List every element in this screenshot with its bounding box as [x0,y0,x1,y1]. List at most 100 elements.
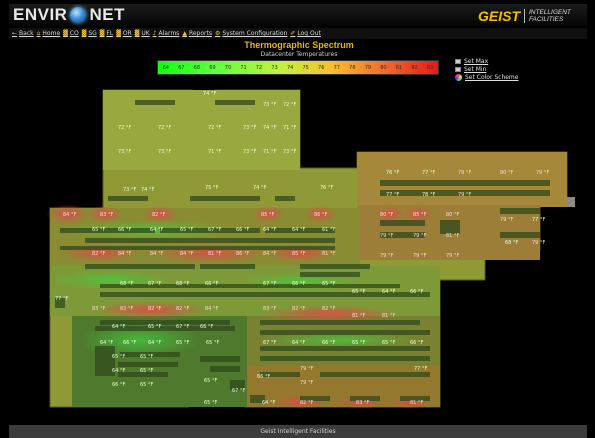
temperature-reading: 84 °F [180,251,194,257]
temperature-reading: 75 °F [205,185,219,191]
temperature-reading: 81 °F [352,313,366,319]
temperature-reading: 67 °F [208,227,222,233]
zone-right-upper [357,152,567,207]
temperature-reading: 79 °F [532,240,546,246]
temperature-reading: 65 °F [140,368,154,374]
temperature-reading: 66 °F [257,374,271,380]
temperature-reading: 65 °F [140,354,154,360]
temperature-reading: 65 °F [176,340,190,346]
temperature-reading: 77 °F [532,217,546,223]
temperature-reading: 65 °F [352,340,366,346]
temperature-reading: 72 °F [158,125,172,131]
temperature-reading: 83 °F [263,306,277,312]
temperature-reading: 66 °F [123,340,137,346]
temperature-reading: 65 °F [92,227,106,233]
temperature-reading: 73 °F [263,102,277,108]
temperature-reading: 65 °F [112,354,126,360]
rack [500,232,540,238]
rack [260,330,430,335]
temperature-reading: 73 °F [283,149,297,155]
temperature-reading: 81 °F [382,313,396,319]
temperature-reading: 76 °F [320,185,334,191]
temperature-reading: 79 °F [458,170,472,176]
temperature-reading: 66 °F [410,340,424,346]
rack [60,246,335,250]
rack [260,320,420,325]
temperature-reading: 72 °F [118,125,132,131]
temperature-reading: 77 °F [422,170,436,176]
rack [300,264,370,269]
temperature-reading: 84 °F [263,251,277,257]
rack [190,196,260,201]
rack [500,208,540,214]
temperature-reading: 82 °F [152,212,166,218]
temperature-reading: 64 °F [112,368,126,374]
temperature-reading: 67 °F [148,281,162,287]
temperature-reading: 65 °F [352,289,366,295]
temperature-reading: 81 °F [446,233,460,239]
temperature-reading: 66 °F [112,382,126,388]
temperature-reading: 77 °F [55,296,69,302]
temperature-reading: 79 °F [500,217,514,223]
temperature-reading: 67 °F [263,281,277,287]
rack [380,180,550,186]
temperature-reading: 61 °F [322,227,336,233]
temperature-reading: 68 °F [120,281,134,287]
temperature-reading: 72 °F [283,102,297,108]
temperature-reading: 86 °F [314,212,328,218]
temperature-reading: 80 °F [446,212,460,218]
temperature-reading: 79 °F [300,366,314,372]
scroll-handle[interactable] [567,197,575,207]
rack [135,100,175,105]
rack [85,238,335,243]
temperature-reading: 79 °F [380,253,394,259]
temperature-reading: 80 °F [500,170,514,176]
temperature-reading: 68 °F [505,240,519,246]
temperature-reading: 79 °F [413,233,427,239]
rack [380,220,425,226]
temperature-reading: 85 °F [413,212,427,218]
rack [108,196,148,201]
temperature-reading: 64 °F [292,227,306,233]
temperature-reading: 83 °F [356,400,370,406]
temperature-reading: 73 °F [243,125,257,131]
temperature-reading: 66 °F [205,281,219,287]
temperature-reading: 71 °F [208,149,222,155]
temperature-reading: 86 °F [236,251,250,257]
rack [210,366,240,372]
temperature-reading: 64 °F [292,340,306,346]
temperature-reading: 82 °F [322,306,336,312]
temperature-reading: 84 °F [63,212,77,218]
rack [100,292,430,297]
temperature-reading: 82 °F [292,306,306,312]
temperature-reading: 80 °F [380,212,394,218]
temperature-reading: 76 °F [386,170,400,176]
temperature-reading: 65 °F [382,340,396,346]
temperature-reading: 84 °F [205,306,219,312]
temperature-reading: 73 °F [243,149,257,155]
temperature-reading: 65 °F [206,340,220,346]
temperature-reading: 73 °F [123,187,137,193]
temperature-reading: 81 °F [322,251,336,257]
temperature-reading: 72 °F [208,125,222,131]
temperature-reading: 81 °F [410,400,424,406]
temperature-reading: 83 °F [100,212,114,218]
temperature-reading: 65 °F [322,281,336,287]
temperature-reading: 73 °F [118,149,132,155]
rack [275,196,295,201]
temperature-reading: 65 °F [140,382,154,388]
temperature-reading: 64 °F [150,227,164,233]
temperature-reading: 74 °F [263,125,277,131]
rack [320,372,430,377]
temperature-reading: 66 °F [292,281,306,287]
temperature-reading: 85 °F [261,212,275,218]
app-window: ENVIR NET GEIST INTELLIGENT FACILITIES ←… [0,0,595,438]
temperature-reading: 68 °F [176,281,190,287]
rack [260,346,430,351]
rack [200,264,255,269]
temperature-reading: 67 °F [176,324,190,330]
temperature-reading: 74 °F [253,185,267,191]
temperature-reading: 78 °F [422,192,436,198]
temperature-reading: 77 °F [414,366,428,372]
rack [60,228,155,233]
